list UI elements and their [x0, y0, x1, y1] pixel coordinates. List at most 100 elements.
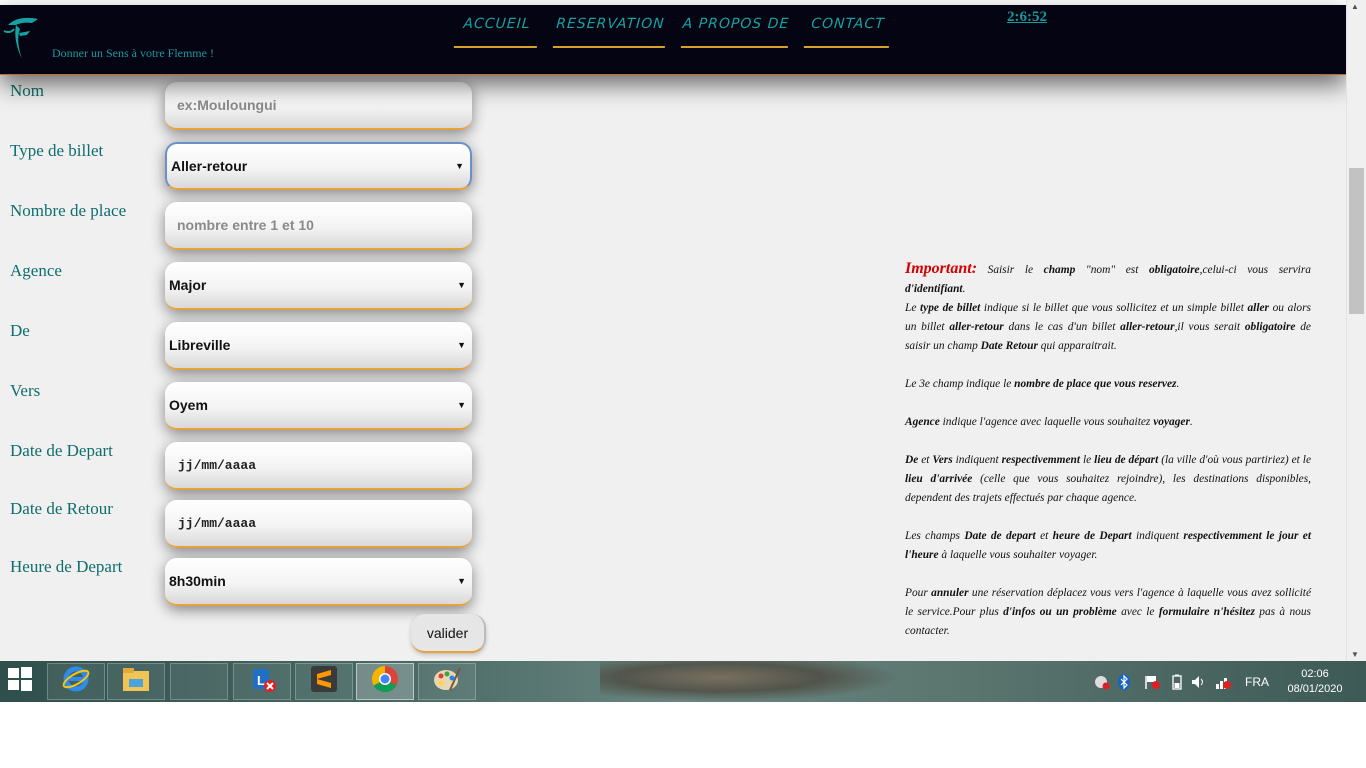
valider-button[interactable]: valider [411, 614, 486, 653]
taskbar-chrome[interactable] [356, 663, 414, 700]
info-text: . [962, 283, 966, 295]
de-select[interactable]: Libreville ▼ [165, 322, 472, 370]
info-text: qui apparaitrait. [1037, 340, 1117, 352]
info-bold: champ [1043, 264, 1076, 276]
info-bold: Vers [932, 454, 953, 466]
site-slogan: Donner un Sens à votre Flemme ! [52, 46, 214, 60]
info-bold: aller [1247, 302, 1269, 314]
heure-depart-value: 8h30min [169, 573, 226, 589]
info-bold: obligatoire [1244, 321, 1296, 333]
info-text: à laquelle vous souhaiter voyager. [938, 549, 1098, 561]
taskbar-clock[interactable]: 02:06 08/01/2020 [1280, 667, 1350, 697]
info-bold: Agence [905, 416, 940, 428]
taskbar-sublime-text[interactable] [295, 663, 353, 700]
info-bold: d'identifiant [905, 283, 963, 295]
nav-a-propos-de[interactable]: A PROPOS DE [680, 14, 791, 48]
info-bold: aller-retour [949, 321, 1004, 333]
info-text: Le [905, 302, 920, 314]
vers-value: Oyem [169, 397, 208, 413]
scroll-down-arrow-icon[interactable]: ▼ [1351, 650, 1359, 659]
sublime-text-icon [309, 664, 339, 699]
dropdown-arrow-icon: ▼ [457, 340, 466, 350]
info-bold: lieu de départ [1094, 454, 1159, 466]
date-retour-input[interactable]: jj/mm/aaaa [165, 500, 472, 548]
agence-value: Major [169, 277, 207, 293]
browser-viewport: Donner un Sens à votre Flemme ! ACCUEIL … [0, 0, 1366, 702]
nombre-place-input[interactable]: nombre entre 1 et 10 [165, 202, 472, 250]
vertical-scrollbar[interactable]: ▲ ▼ [1346, 0, 1366, 661]
info-text: et [1035, 530, 1053, 542]
label-vers: Vers [10, 381, 41, 400]
chrome-icon [370, 664, 400, 699]
type-billet-select[interactable]: Aller-retour ▼ [165, 142, 472, 190]
label-de: De [10, 321, 30, 340]
paint-palette-icon [432, 664, 462, 699]
date-depart-input[interactable]: jj/mm/aaaa [165, 442, 472, 490]
label-nombre-place: Nombre de place [10, 201, 127, 220]
info-text: indique l'agence avec laquelle vous souh… [939, 416, 1154, 428]
info-bold: respectivemment [1001, 454, 1081, 466]
taskbar-file-explorer[interactable] [107, 663, 165, 700]
dropdown-arrow-icon: ▼ [457, 576, 466, 586]
info-text: Le 3e champ indique le [905, 378, 1015, 390]
notification-mute-icon[interactable] [1094, 674, 1110, 693]
info-bold: De [905, 454, 919, 466]
vers-select[interactable]: Oyem ▼ [165, 382, 472, 430]
bluetooth-icon[interactable] [1117, 674, 1131, 693]
info-text: Pour [905, 587, 932, 599]
info-bold: Date de depart [964, 530, 1036, 542]
battery-icon[interactable] [1171, 674, 1183, 693]
svg-text:L: L [257, 673, 265, 688]
internet-explorer-icon [61, 664, 91, 699]
heure-depart-select[interactable]: 8h30min ▼ [165, 558, 472, 606]
de-value: Libreville [169, 337, 231, 353]
language-indicator[interactable]: FRA [1245, 675, 1269, 689]
label-heure-depart: Heure de Depart [10, 557, 123, 576]
info-text: . [1176, 378, 1180, 390]
info-text: ,il vous serait [1174, 321, 1245, 333]
nav-reservation[interactable]: RESERVATION [552, 14, 668, 48]
taskbar-date: 08/01/2020 [1287, 683, 1343, 695]
info-bold: formulaire n'hésitez [1158, 606, 1255, 618]
page: Donner un Sens à votre Flemme ! ACCUEIL … [0, 0, 1346, 661]
taskbar-blank-window[interactable] [170, 663, 228, 700]
start-button[interactable] [0, 661, 40, 702]
scroll-up-arrow-icon[interactable]: ▲ [1351, 2, 1359, 11]
flag-warning-icon[interactable] [1143, 674, 1161, 693]
info-text: avec le [1116, 606, 1159, 618]
nav-accueil[interactable]: ACCUEIL [453, 14, 540, 48]
taskbar-lync[interactable]: L [233, 663, 291, 700]
taskbar-internet-explorer[interactable] [47, 663, 105, 700]
taskbar-paint[interactable] [418, 663, 476, 700]
agence-select[interactable]: Major ▼ [165, 262, 472, 310]
windows-logo-icon [7, 666, 33, 697]
label-nom: Nom [10, 81, 44, 100]
label-date-depart: Date de Depart [10, 441, 113, 460]
info-bold: d'infos ou un problème [1003, 606, 1117, 618]
important-label: Important: [905, 260, 978, 277]
clock: 2:6:52 [1007, 9, 1047, 25]
info-text: indiquent [1131, 530, 1184, 542]
flame-logo-icon[interactable] [2, 11, 42, 61]
info-text: Les champs [905, 530, 965, 542]
info-text: . [1189, 416, 1193, 428]
info-bold: heure de Depart [1052, 530, 1132, 542]
nom-input[interactable]: ex:Mouloungui [165, 82, 472, 130]
network-disconnected-icon[interactable] [1214, 674, 1232, 693]
info-bold: voyager [1153, 416, 1190, 428]
dropdown-arrow-icon: ▼ [457, 400, 466, 410]
nav-contact[interactable]: CONTACT [803, 14, 892, 48]
info-text: Saisir le [977, 264, 1044, 276]
volume-icon[interactable] [1190, 674, 1206, 693]
type-billet-value: Aller-retour [171, 158, 248, 174]
info-bold: obligatoire [1148, 264, 1200, 276]
lync-icon: L [247, 664, 277, 699]
info-bold: lieu d'arrivée [905, 473, 973, 485]
info-bold: type de billet [920, 302, 981, 314]
wallpaper-glimpse [600, 661, 900, 702]
scroll-thumb[interactable] [1349, 168, 1364, 314]
taskbar-time: 02:06 [1301, 668, 1329, 680]
info-text: indique si le billet que vous sollicitez… [980, 302, 1248, 314]
info-bold: annuler [931, 587, 969, 599]
info-text: le [1080, 454, 1095, 466]
